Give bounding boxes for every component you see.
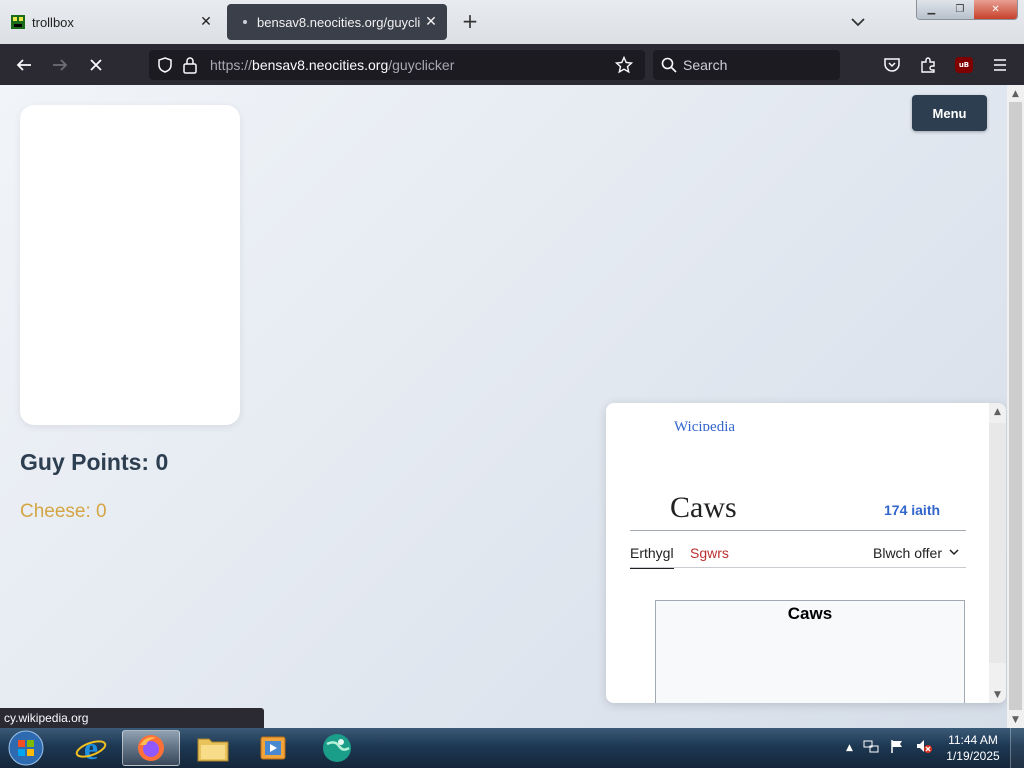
tools-label: Blwch offer xyxy=(873,545,942,561)
url-bar[interactable]: https://bensav8.neocities.org/guyclicker xyxy=(149,50,645,80)
url-text: https://bensav8.neocities.org/guyclicker xyxy=(210,57,454,73)
wikipedia-logo-text[interactable]: Wicipedia xyxy=(674,419,735,431)
stop-loading-icon[interactable] xyxy=(83,52,109,78)
tab-guyclicker[interactable]: bensav8.neocities.org/guyclicker ✕ xyxy=(227,4,447,40)
search-input[interactable]: Search xyxy=(653,50,840,80)
new-tab-icon[interactable]: + xyxy=(458,9,482,33)
volume-muted-icon[interactable] xyxy=(915,738,933,758)
tabs-divider xyxy=(630,567,966,568)
forward-icon[interactable] xyxy=(47,52,73,78)
windows-taskbar: e ▲ 11:44 AM 1/19/2025 xyxy=(0,728,1024,768)
search-icon xyxy=(661,57,677,77)
list-all-tabs-icon[interactable] xyxy=(846,10,870,34)
infobox-title: Caws xyxy=(787,604,833,623)
infobox: Caws xyxy=(655,600,965,703)
ublock-icon[interactable]: uB xyxy=(955,57,973,73)
file-explorer-icon[interactable] xyxy=(184,730,242,766)
page-scrollbar[interactable]: ▲ ▼ xyxy=(1007,85,1024,728)
lock-icon[interactable] xyxy=(182,56,198,78)
clock-date: 1/19/2025 xyxy=(946,749,1000,763)
system-tray: ▲ xyxy=(846,728,933,768)
wikipedia-popup: Wicipedia Caws 174 iaith Erthygl Sgwrs B… xyxy=(606,403,1006,703)
network-icon[interactable] xyxy=(863,738,879,758)
pocket-icon[interactable] xyxy=(879,52,905,78)
tab-article[interactable]: Erthygl xyxy=(630,545,674,569)
close-window-icon[interactable]: ✕ xyxy=(974,0,1017,19)
show-desktop-button[interactable] xyxy=(1010,728,1024,768)
close-tab-icon[interactable]: ✕ xyxy=(196,14,216,30)
scroll-up-icon[interactable]: ▲ xyxy=(1007,85,1024,102)
url-host: bensav8.neocities.org xyxy=(252,57,389,73)
globe-app-icon[interactable] xyxy=(308,730,366,766)
tracking-shield-icon[interactable] xyxy=(156,56,174,78)
page-scroll-thumb[interactable] xyxy=(1009,102,1022,710)
window-controls: ▁ ❐ ✕ xyxy=(916,0,1018,20)
guy-click-card[interactable] xyxy=(20,105,240,425)
nav-bar: https://bensav8.neocities.org/guyclicker… xyxy=(0,44,1024,85)
maximize-icon[interactable]: ❐ xyxy=(945,0,975,19)
back-icon[interactable] xyxy=(11,52,37,78)
link-status-bar: cy.wikipedia.org xyxy=(0,708,264,728)
scroll-up-icon[interactable]: ▲ xyxy=(989,403,1006,420)
tools-dropdown[interactable]: Blwch offer xyxy=(873,545,960,561)
dot-favicon-icon xyxy=(241,14,251,30)
hamburger-menu-icon[interactable] xyxy=(987,52,1013,78)
popup-scrollbar[interactable]: ▲ ▼ xyxy=(989,403,1006,703)
action-center-flag-icon[interactable] xyxy=(889,738,905,758)
chevron-down-icon xyxy=(948,545,960,561)
internet-explorer-icon[interactable]: e xyxy=(62,730,120,766)
tab-bar: trollbox ✕ bensav8.neocities.org/guyclic… xyxy=(0,0,1024,44)
tab-label: bensav8.neocities.org/guyclicker xyxy=(257,14,421,30)
tab-trollbox[interactable]: trollbox ✕ xyxy=(0,4,222,40)
article-title: Caws xyxy=(670,491,737,524)
bookmark-star-icon[interactable] xyxy=(614,55,634,78)
close-tab-icon[interactable]: ✕ xyxy=(421,14,441,30)
extensions-icon[interactable] xyxy=(915,52,941,78)
tab-label: trollbox xyxy=(32,14,74,30)
system-clock[interactable]: 11:44 AM 1/19/2025 xyxy=(942,732,1004,764)
clock-time: 11:44 AM xyxy=(948,733,998,747)
svg-text:e: e xyxy=(84,732,98,764)
start-button[interactable] xyxy=(6,729,46,767)
url-prefix: https:// xyxy=(210,57,253,73)
firefox-icon[interactable] xyxy=(122,730,180,766)
trollbox-favicon-icon xyxy=(10,14,26,30)
menu-button[interactable]: Menu xyxy=(912,95,987,131)
scroll-down-icon[interactable]: ▼ xyxy=(1007,711,1024,728)
scroll-down-icon[interactable]: ▼ xyxy=(989,686,1006,703)
search-placeholder: Search xyxy=(683,57,728,73)
popup-scroll-thumb[interactable] xyxy=(989,423,1006,663)
title-divider xyxy=(630,530,966,531)
media-player-icon[interactable] xyxy=(244,730,302,766)
languages-link[interactable]: 174 iaith xyxy=(884,502,940,518)
guy-points-counter: Guy Points: 0 xyxy=(20,449,169,475)
cheese-counter: Cheese: 0 xyxy=(20,501,107,522)
show-hidden-icons-icon[interactable]: ▲ xyxy=(846,743,853,753)
page-viewport: Guy Points: 0 Cheese: 0 Menu Wicipedia C… xyxy=(0,85,1007,728)
minimize-icon[interactable]: ▁ xyxy=(917,0,946,19)
url-path: /guyclicker xyxy=(388,57,455,73)
tab-talk[interactable]: Sgwrs xyxy=(690,545,729,561)
